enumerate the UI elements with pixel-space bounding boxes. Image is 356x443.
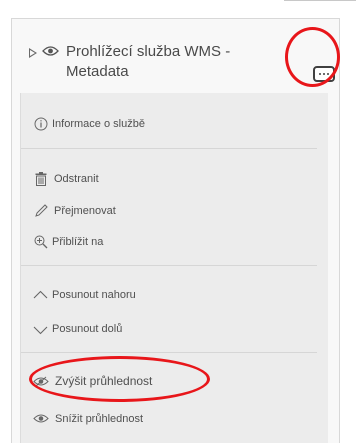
menu-item-increase-transparency[interactable]: Zvýšit průhlednost <box>55 374 152 388</box>
visibility-eye-icon <box>33 414 49 423</box>
more-options-icon[interactable] <box>313 66 335 82</box>
layer-title: Prohlížecí služba WMS - Metadata <box>66 43 231 80</box>
expand-caret-icon[interactable] <box>29 48 37 58</box>
menu-divider <box>21 265 317 266</box>
layer-options-menu: Informace o službě Odstranit Přejmenovat… <box>20 93 328 443</box>
menu-divider <box>21 352 317 353</box>
pencil-icon <box>35 204 48 217</box>
info-icon <box>34 117 48 131</box>
chevron-down-icon <box>33 326 48 335</box>
chevron-up-icon <box>33 290 48 299</box>
transparency-eye-icon <box>33 376 49 387</box>
menu-item-move-up[interactable]: Posunout nahoru <box>52 288 136 302</box>
visibility-eye-icon[interactable] <box>42 45 59 57</box>
zoom-in-icon <box>34 235 48 249</box>
trash-icon <box>35 172 47 186</box>
layer-header[interactable]: Prohlížecí služba WMS - Metadata <box>12 19 339 95</box>
menu-item-move-down[interactable]: Posunout dolů <box>52 322 122 336</box>
menu-item-rename[interactable]: Přejmenovat <box>54 204 116 218</box>
menu-item-zoom-to[interactable]: Přiblížit na <box>52 235 103 249</box>
menu-divider <box>21 148 317 149</box>
menu-item-info[interactable]: Informace o službě <box>52 117 145 131</box>
menu-item-remove[interactable]: Odstranit <box>54 172 99 186</box>
menu-item-decrease-transparency[interactable]: Snížit průhlednost <box>55 412 143 426</box>
